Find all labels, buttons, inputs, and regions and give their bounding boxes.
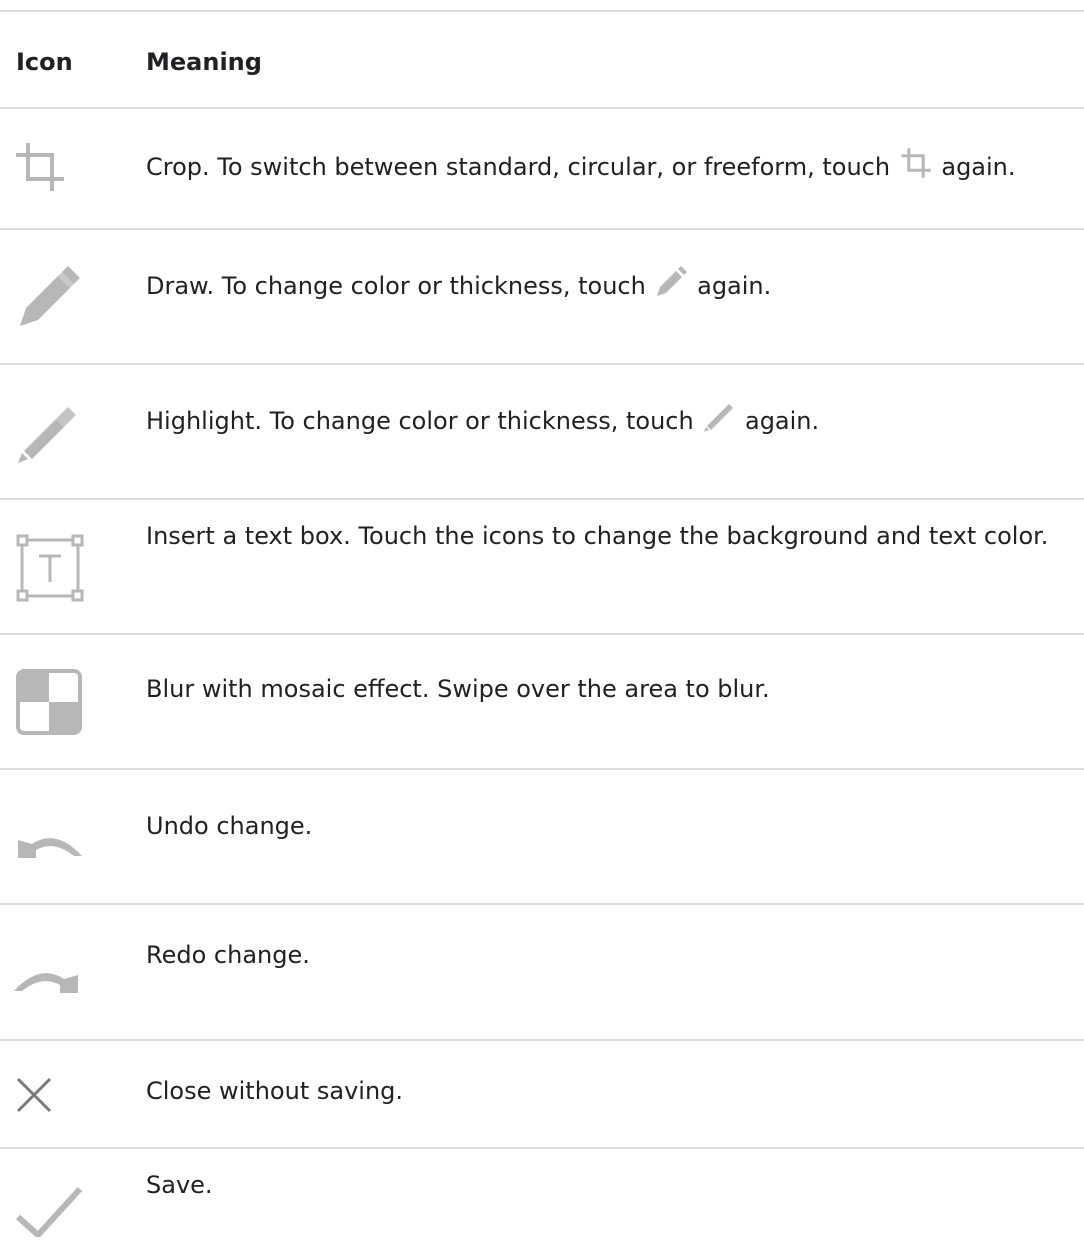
check-icon [14, 1177, 86, 1249]
table-row: Blur with mosaic effect. Swipe over the … [0, 635, 1084, 769]
meaning-text: Highlight. To change color or thickness,… [146, 407, 694, 435]
table-cell-meaning: Close without saving. [146, 1077, 404, 1105]
icon-column-header: Icon [16, 48, 73, 76]
table-row: Crop. To switch between standard, circul… [0, 109, 1084, 229]
table-cell-meaning: Blur with mosaic effect. Swipe over the … [146, 675, 770, 703]
highlighter-icon [12, 397, 84, 469]
table-row: Insert a text box. Touch the icons to ch… [0, 500, 1084, 634]
crop-icon [898, 145, 934, 181]
table-row: Redo change. [0, 905, 1084, 1039]
table-cell-meaning: Undo change. [146, 812, 313, 840]
mosaic-blur-icon [16, 669, 88, 741]
table-row: Draw. To change color or thickness, touc… [0, 230, 1084, 364]
meaning-text-after: again. [697, 272, 772, 300]
table-cell-meaning: Crop. To switch between standard, circul… [146, 145, 1016, 183]
highlighter-icon [701, 399, 737, 435]
meaning-text: Crop. To switch between standard, circul… [146, 153, 891, 181]
undo-icon [12, 810, 84, 882]
table-row: Save. [0, 1149, 1084, 1258]
meaning-text: Draw. To change color or thickness, touc… [146, 272, 646, 300]
meaning-column-header: Meaning [146, 48, 262, 76]
table-cell-meaning: Save. [146, 1171, 213, 1199]
text-box-icon [12, 530, 84, 602]
meaning-text-after: again. [941, 153, 1016, 181]
table-row: Close without saving. [0, 1041, 1084, 1147]
table-cell-meaning: Redo change. [146, 941, 310, 969]
close-icon [14, 1075, 86, 1147]
draw-pen-icon [12, 262, 84, 334]
draw-pen-icon [653, 264, 689, 300]
crop-icon [10, 137, 82, 209]
meaning-text-after: again. [744, 407, 820, 435]
table-cell-meaning: Insert a text box. Touch the icons to ch… [146, 522, 1049, 550]
table-header-row: Icon Meaning [0, 10, 1084, 108]
table-cell-meaning: Draw. To change color or thickness, touc… [146, 264, 771, 302]
table-row: Highlight. To change color or thickness,… [0, 365, 1084, 499]
redo-icon [12, 945, 84, 1017]
table-row: Undo change. [0, 770, 1084, 904]
table-cell-meaning: Highlight. To change color or thickness,… [146, 399, 819, 437]
